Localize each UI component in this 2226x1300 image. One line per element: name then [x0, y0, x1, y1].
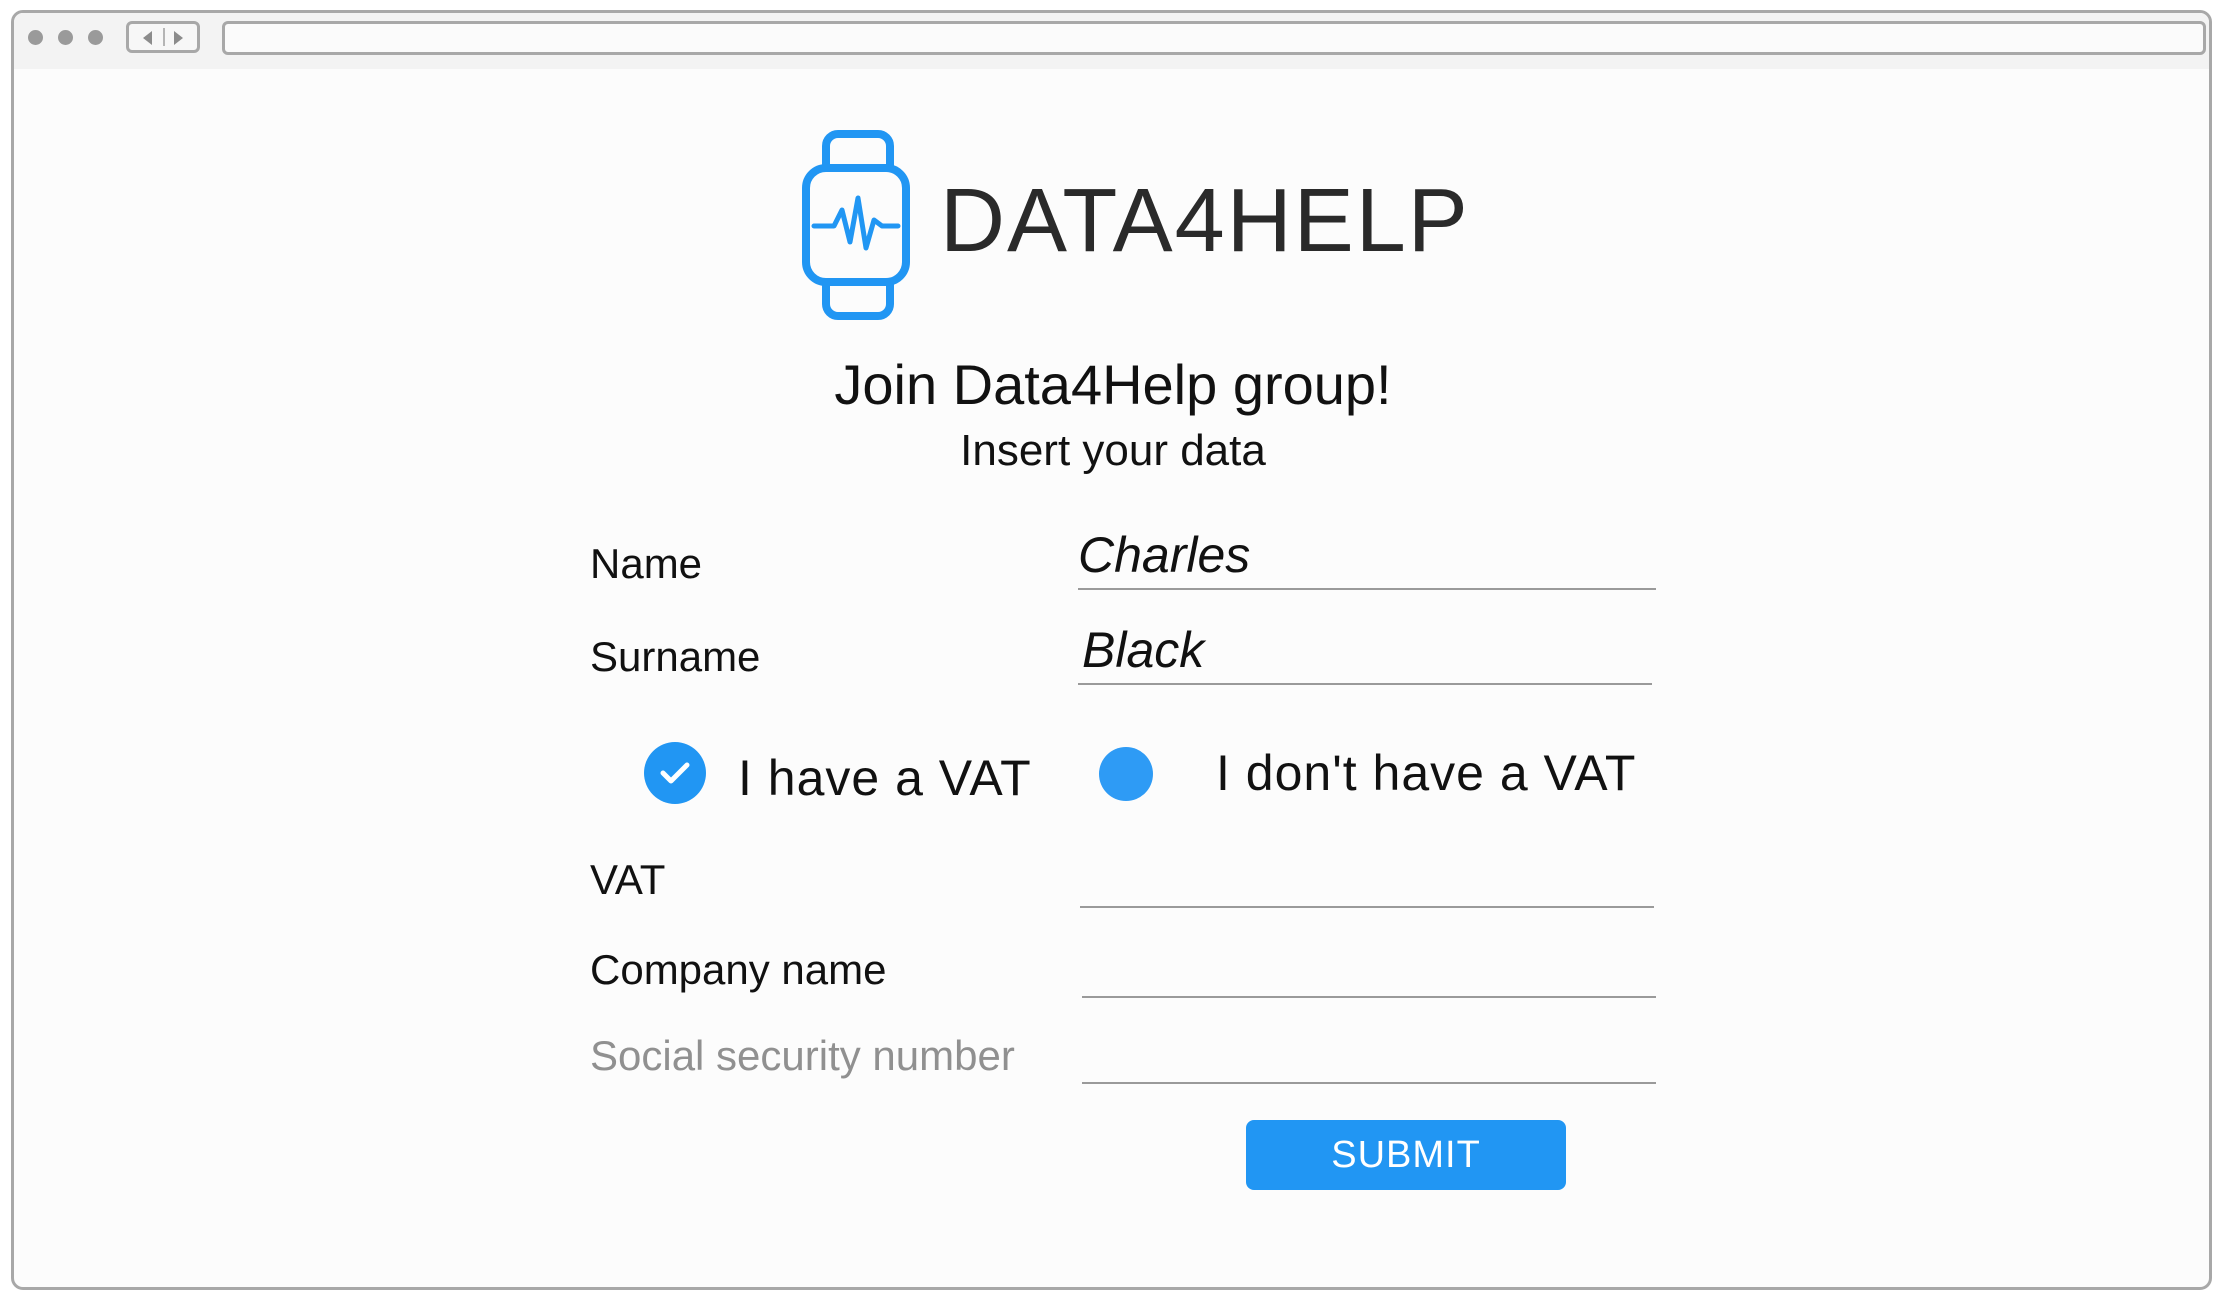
ssn-field[interactable] — [1082, 1028, 1656, 1084]
name-value: Charles — [1078, 527, 1251, 583]
window-maximize-dot[interactable] — [88, 30, 103, 45]
name-field[interactable]: Charles — [1078, 527, 1656, 590]
vat-label: VAT — [590, 856, 666, 903]
surname-label: Surname — [590, 633, 761, 680]
address-bar[interactable] — [222, 21, 2206, 55]
have-vat-label[interactable]: I have a VAT — [738, 749, 1032, 807]
nav-separator — [163, 28, 165, 46]
back-arrow-icon[interactable] — [143, 31, 152, 45]
name-label: Name — [590, 540, 703, 587]
vat-field[interactable] — [1080, 852, 1654, 908]
company-name-field[interactable] — [1082, 942, 1656, 998]
page-subtitle: Insert your data — [960, 426, 1266, 475]
window-close-dot[interactable] — [28, 30, 43, 45]
no-vat-label[interactable]: I don't have a VAT — [1216, 744, 1636, 802]
smartwatch-heartbeat-icon — [802, 130, 910, 320]
submit-button[interactable]: SUBMIT — [1246, 1120, 1566, 1190]
browser-titlebar — [14, 13, 2209, 69]
company-name-label: Company name — [590, 946, 887, 993]
no-vat-radio[interactable] — [1099, 747, 1153, 801]
nav-buttons — [126, 21, 200, 53]
surname-value: Black — [1082, 622, 1205, 678]
checkmark-icon — [660, 762, 690, 784]
have-vat-checkbox[interactable] — [644, 742, 706, 804]
window-minimize-dot[interactable] — [58, 30, 73, 45]
surname-field[interactable]: Black — [1078, 622, 1652, 685]
forward-arrow-icon[interactable] — [174, 31, 183, 45]
page-title: Join Data4Help group! — [834, 353, 1392, 416]
ssn-label: Social security number — [590, 1032, 1015, 1079]
brand-wordmark: DATA4HELP — [940, 171, 1470, 271]
